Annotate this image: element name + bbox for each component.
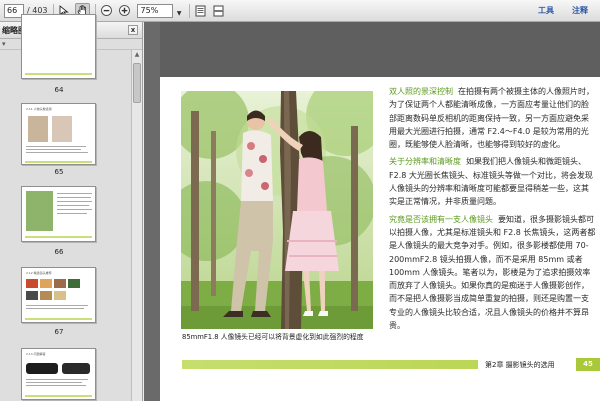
- thumb-text-line: [26, 382, 82, 383]
- document-page: 85mmF1.8 人像镜头已经可以将背景虚化到如此强烈的程度 双人照的景深控制在…: [160, 77, 600, 401]
- thumb-image: [26, 191, 53, 231]
- thumbnail-page[interactable]: [21, 186, 96, 242]
- close-icon[interactable]: x: [128, 25, 138, 35]
- thumbnail-page[interactable]: 2.13 问题解答: [21, 348, 96, 400]
- fit-width-button[interactable]: [211, 3, 226, 18]
- thumbnail-page-number: 64: [54, 86, 64, 94]
- thumb-text-line: [57, 193, 92, 194]
- viewport-gutter: [144, 22, 160, 401]
- thumb-heading: 2.11 人物头像选用: [26, 107, 52, 111]
- tools-menu[interactable]: 工具: [538, 5, 554, 16]
- scroll-up-icon[interactable]: ▲: [132, 50, 142, 60]
- thumb-image: [40, 291, 52, 300]
- thumb-text-line: [26, 385, 86, 386]
- thumb-text-line: [57, 209, 92, 210]
- thumb-footer-band: [25, 395, 92, 397]
- thumb-image: [54, 291, 66, 300]
- thumb-heading: 2.12 精选镜头推荐: [26, 271, 52, 275]
- thumbnail-page[interactable]: 2.12 精选镜头推荐: [21, 267, 96, 323]
- paragraph-highlight: 双人照的景深控制: [389, 87, 453, 96]
- thumbnail-page[interactable]: 2.11 人物头像选用: [21, 103, 96, 165]
- thumbnail-page-number: 65: [54, 168, 64, 176]
- minus-circle-icon: [100, 5, 112, 16]
- toolbar-right: 工具 注释: [538, 5, 588, 16]
- footer-chapter: 第2章 摄影镜头的选用: [485, 360, 555, 369]
- toolbar-divider: [188, 3, 190, 18]
- paragraph-text: 在拍摄有两个被摄主体的人像照片时，为了保证两个人都能清晰成像，一方面应考量让他们…: [389, 87, 594, 150]
- thumb-text-line: [26, 305, 88, 306]
- thumb-image: [68, 279, 80, 288]
- options-dropdown-icon[interactable]: ▾: [2, 40, 10, 48]
- chevron-down-icon: ▼: [176, 9, 182, 17]
- thumb-text-line: [57, 197, 91, 198]
- thumbnail-page-number: 67: [54, 328, 64, 336]
- paragraph-text: 要知道，很多摄影镜头都可以拍摄人像，尤其是标准镜头和 F2.8 长焦镜头，这两者…: [389, 214, 596, 331]
- plus-circle-icon: [118, 5, 130, 16]
- thumb-image: [28, 116, 48, 142]
- portrait-photo: [181, 91, 373, 329]
- thumbnail-scrollbar[interactable]: ▲: [131, 50, 142, 401]
- thumb-text-line: [26, 146, 86, 147]
- thumb-image: [26, 363, 58, 374]
- thumb-heading: 2.13 问题解答: [26, 352, 46, 356]
- thumb-footer-band: [25, 73, 92, 75]
- page-footer: 第2章 摄影镜头的选用 45: [478, 358, 600, 371]
- zoom-in-button[interactable]: [117, 3, 132, 18]
- thumb-image: [26, 291, 38, 300]
- thumb-footer-band: [25, 236, 92, 238]
- fit-width-icon: [213, 5, 224, 16]
- paragraph: 关于分辨率和清晰度 如果我们把人像镜头和微距镜头、F2.8 大光圈长焦镜头、标准镜…: [389, 155, 596, 208]
- thumb-footer-band: [25, 161, 92, 163]
- thumb-image: [40, 279, 52, 288]
- thumb-text-line: [57, 201, 92, 202]
- thumbnail-panel: 缩略图 x ▾ 64 2.11 人物头像选用 65 66 2.12 精选镜头推荐…: [0, 14, 143, 401]
- thumb-text-line: [57, 205, 89, 206]
- document-viewport[interactable]: 85mmF1.8 人像镜头已经可以将背景虚化到如此强烈的程度 双人照的景深控制在…: [144, 22, 600, 401]
- zoom-value: 75%: [140, 5, 159, 15]
- thumb-image: [54, 279, 66, 288]
- photo-caption: 85mmF1.8 人像镜头已经可以将背景虚化到如此强烈的程度: [182, 333, 364, 341]
- fit-page-button[interactable]: [193, 3, 208, 18]
- paragraph-highlight: 究竟是否该拥有一支人像镜头: [389, 214, 493, 224]
- fit-page-icon: [195, 5, 206, 16]
- scrollbar-thumb[interactable]: [133, 63, 141, 103]
- zoom-select[interactable]: 75% ▼: [136, 3, 182, 18]
- paragraph-highlight: 关于分辨率和清晰度: [389, 157, 461, 167]
- thumb-text-line: [26, 152, 88, 153]
- paragraph: 双人照的景深控制 在拍摄有两个被摄主体的人像照片时，为了保证两个人都能清晰成像，一…: [389, 85, 596, 151]
- footer-page-number: 45: [576, 358, 600, 371]
- thumb-footer-band: [25, 318, 92, 320]
- thumb-image: [26, 279, 38, 288]
- paragraph: 究竟是否该拥有一支人像镜头 要知道，很多摄影镜头都可以拍摄人像，尤其是标准镜头和 …: [389, 213, 596, 333]
- thumbnail-page-number: 66: [54, 248, 64, 256]
- thumb-text-line: [26, 379, 88, 380]
- thumb-text-line: [26, 149, 81, 150]
- thumb-text-line: [26, 308, 84, 309]
- text-column: 双人照的景深控制 在拍摄有两个被摄主体的人像照片时，为了保证两个人都能清晰成像，一…: [389, 85, 596, 336]
- thumb-image: [52, 116, 72, 142]
- thumb-image: [62, 363, 90, 374]
- thumb-text-line: [57, 213, 87, 214]
- couple-photo-image: [181, 91, 373, 329]
- zoom-out-button[interactable]: [99, 3, 114, 18]
- thumbnail-page[interactable]: [21, 14, 96, 79]
- comment-menu[interactable]: 注释: [572, 5, 588, 16]
